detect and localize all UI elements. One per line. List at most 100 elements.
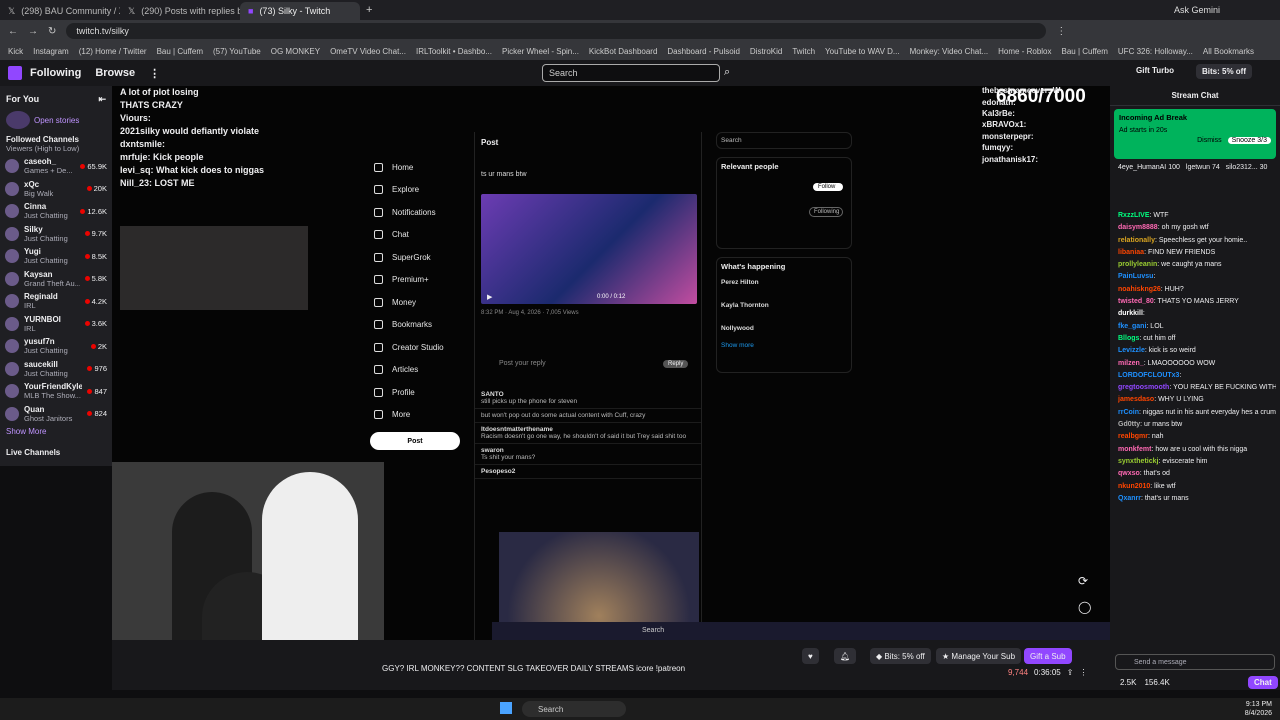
bookmark-item[interactable]: KickBot Dashboard (589, 47, 657, 56)
browser-tab[interactable]: 𝕏 (298) BAU Community / X (0, 2, 120, 20)
bits-offer-button[interactable]: Bits: 5% off (1196, 64, 1252, 79)
more-icon[interactable]: ⋮ (1079, 668, 1087, 677)
chat-input[interactable]: Send a message (1115, 654, 1275, 670)
avatar (5, 339, 19, 354)
bookmark-item[interactable]: IRLToolkit • Dashbo... (416, 47, 492, 56)
chat-username[interactable]: Qxanrr (1118, 495, 1141, 502)
chat-username[interactable]: gregtoosmooth (1118, 384, 1169, 391)
x-search: Search (716, 132, 852, 149)
chat-username[interactable]: fke_gani (1118, 323, 1146, 330)
channel-item[interactable]: Silky Just Chatting 9.7K (0, 223, 112, 246)
channel-item[interactable]: Yugi Just Chatting 8.5K (0, 245, 112, 268)
chat-username[interactable]: twisted_80 (1118, 298, 1154, 305)
stream-player[interactable]: A lot of plot losing THATS CRAZY Viours: 20… (112, 86, 1110, 690)
bookmark-item[interactable]: OmeTV Video Chat... (330, 47, 406, 56)
extensions-icon[interactable]: ⋮ (1056, 26, 1066, 37)
chat-username[interactable]: noahiskng26 (1118, 286, 1161, 293)
back-icon[interactable]: ← (8, 26, 18, 37)
share-icon[interactable]: ⇪ (1067, 668, 1074, 677)
bookmark-item[interactable]: Home - Roblox (998, 47, 1051, 56)
chat-username[interactable]: milzen_ (1118, 360, 1144, 367)
chat-text: : eviscerate him (1158, 457, 1208, 465)
bookmark-item[interactable]: UFC 326: Holloway... (1118, 47, 1193, 56)
twitch-logo-icon[interactable] (8, 66, 22, 80)
viewer-count: 8.5K (84, 252, 107, 261)
search-icon[interactable]: ⌕ (724, 66, 730, 79)
manage-sub-button[interactable]: ★ Manage Your Sub (936, 648, 1022, 664)
chat-username[interactable]: rrCoin (1118, 409, 1139, 416)
chat-username[interactable]: qwxso (1118, 470, 1140, 477)
bookmark-item[interactable]: YouTube to WAV D... (825, 47, 900, 56)
ask-gemini-button[interactable]: Ask Gemini (1174, 5, 1220, 15)
dismiss-button[interactable]: Dismiss (1197, 137, 1222, 144)
bits-button[interactable]: ◆ Bits: 5% off (870, 648, 931, 664)
bookmark-item[interactable]: OG MONKEY (271, 47, 320, 56)
reload-icon[interactable]: ↻ (48, 26, 56, 37)
windows-search[interactable]: Search (522, 701, 626, 717)
chat-username[interactable]: durkkill (1118, 310, 1143, 317)
twitch-search-input[interactable]: Search (542, 64, 720, 82)
start-icon[interactable] (500, 702, 512, 714)
notify-button[interactable]: 🔔︎ (834, 648, 857, 664)
chat-message: Qxanrr: that's ur mans (1118, 493, 1276, 505)
browser-tab[interactable]: 𝕏(290) Posts with replies by ele... (120, 2, 240, 20)
chat-username[interactable]: realbgmr (1118, 433, 1148, 440)
bookmark-item[interactable]: Twitch (792, 47, 815, 56)
more-icon[interactable]: ⋮ (149, 67, 160, 80)
x-post-button: Post (370, 432, 460, 450)
gift-sub-button[interactable]: Gift a Sub (1024, 648, 1072, 664)
bookmark-item[interactable]: (57) YouTube (213, 47, 261, 56)
bookmark-item[interactable]: All Bookmarks (1203, 47, 1254, 56)
chat-username[interactable]: libaniaa (1118, 249, 1144, 256)
channel-item[interactable]: Quan Ghost Janitors 824 (0, 403, 112, 426)
gift-turbo-button[interactable]: Gift Turbo (1136, 66, 1174, 75)
chat-username[interactable]: LORDOFCLOUTx3 (1118, 372, 1179, 379)
chat-username[interactable]: nkun2010 (1118, 483, 1150, 490)
chat-username[interactable]: Gd0tty (1118, 421, 1140, 428)
chat-username[interactable]: prollyleanin (1118, 261, 1157, 268)
bookmark-item[interactable]: Bau | Cuffem (157, 47, 203, 56)
channel-item[interactable]: YURNBOI IRL 3.6K (0, 313, 112, 336)
leader-entry: lgetwun 74 (1185, 164, 1220, 171)
nav-following[interactable]: Following (30, 67, 81, 79)
bookmark-item[interactable]: Instagram (33, 47, 69, 56)
channel-item[interactable]: Cinna Just Chatting 12.6K (0, 200, 112, 223)
channel-info: yusuf7n Just Chatting (24, 337, 86, 355)
bookmark-item[interactable]: Monkey: Video Chat... (910, 47, 989, 56)
bookmark-item[interactable]: Picker Wheel - Spin... (502, 47, 579, 56)
chat-username[interactable]: Levizzle (1118, 347, 1145, 354)
bookmark-item[interactable]: Kick (8, 47, 23, 56)
comment-icon[interactable]: ◯ (1078, 600, 1091, 614)
chat-send-button[interactable]: Chat (1248, 676, 1278, 689)
nav-browse[interactable]: Browse (95, 67, 135, 79)
chat-username[interactable]: PainLuvsu (1118, 273, 1153, 280)
open-stories[interactable]: Open stories (0, 109, 112, 131)
bookmark-item[interactable]: Dashboard - Pulsoid (667, 47, 739, 56)
bookmark-item[interactable]: (12) Home / Twitter (79, 47, 147, 56)
new-tab-button[interactable]: + (366, 4, 372, 16)
channel-item[interactable]: yusuf7n Just Chatting 2K (0, 335, 112, 358)
chat-username[interactable]: daisym8888 (1118, 224, 1158, 231)
channel-item[interactable]: Kaysan Grand Theft Au... 5.8K (0, 268, 112, 291)
clip-icon[interactable]: ⟳ (1078, 574, 1088, 588)
chat-username[interactable]: synxthetickj (1118, 458, 1158, 465)
bookmark-item[interactable]: Bau | Cuffem (1062, 47, 1108, 56)
chat-username[interactable]: RxzzLIVE (1118, 212, 1150, 219)
chat-username[interactable]: Bllogs (1118, 335, 1139, 342)
forward-icon[interactable]: → (28, 26, 38, 37)
heart-button[interactable]: ♥ (802, 648, 819, 664)
chat-username[interactable]: jamesdaso (1118, 396, 1154, 403)
show-more-link[interactable]: Show More (0, 425, 112, 438)
channel-item[interactable]: caseoh_ Games + De... 65.9K (0, 155, 112, 178)
bookmark-item[interactable]: DistroKid (750, 47, 782, 56)
browser-tab-active[interactable]: ■ (73) Silky - Twitch (240, 2, 360, 20)
chat-username[interactable]: monkfemt (1118, 446, 1151, 453)
channel-item[interactable]: saucekill Just Chatting 976 (0, 358, 112, 381)
collapse-icon[interactable]: ⇤ (98, 94, 106, 105)
channel-item[interactable]: xQc Big Walk 20K (0, 178, 112, 201)
url-field[interactable]: twitch.tv/silky (66, 23, 1047, 39)
snooze-button[interactable]: Snooze 3/3 (1227, 137, 1271, 144)
chat-username[interactable]: relationally (1118, 237, 1155, 244)
channel-item[interactable]: Reginald IRL 4.2K (0, 290, 112, 313)
channel-item[interactable]: YourFriendKyle MLB The Show... 847 (0, 380, 112, 403)
